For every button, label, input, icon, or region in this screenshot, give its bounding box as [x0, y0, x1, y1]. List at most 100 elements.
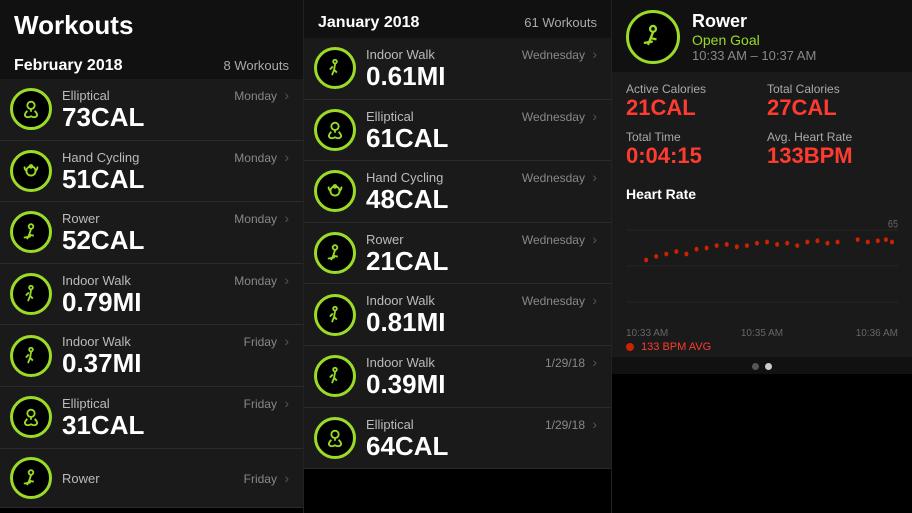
hr-time-label-3: 10:36 AM	[856, 328, 898, 339]
walk-icon	[324, 304, 346, 326]
heart-rate-title: Heart Rate	[626, 186, 898, 202]
active-calories-value: 21CAL	[626, 96, 757, 120]
workout-day: Monday ›	[234, 272, 289, 288]
workout-value: 0.61MI	[366, 62, 597, 91]
list-item[interactable]: Indoor Walk Monday › 0.79MI	[0, 264, 303, 326]
list-item[interactable]: Indoor Walk Wednesday › 0.61MI	[304, 38, 611, 100]
rower-icon	[324, 242, 346, 264]
hr-time-label-1: 10:33 AM	[626, 328, 668, 339]
workout-value: 0.39MI	[366, 370, 597, 399]
elliptical-icon	[324, 119, 346, 141]
heart-rate-chart: 65	[626, 206, 898, 326]
list-item[interactable]: Rower Friday ›	[0, 449, 303, 508]
list-item[interactable]: Elliptical Monday › 73CAL	[0, 79, 303, 141]
workout-icon-walk	[314, 294, 356, 336]
workout-icon-walk	[314, 47, 356, 89]
workout-info: Indoor Walk Friday › 0.37MI	[62, 333, 289, 378]
workout-value: 52CAL	[62, 226, 289, 255]
workout-icon-elliptical	[314, 109, 356, 151]
workout-value: 0.79MI	[62, 288, 289, 317]
workout-value: 61CAL	[366, 124, 597, 153]
workout-icon-rower	[10, 457, 52, 499]
list-item[interactable]: Elliptical Wednesday › 61CAL	[304, 100, 611, 162]
heart-rate-svg: 65	[626, 206, 898, 326]
workout-info: Rower Monday › 52CAL	[62, 210, 289, 255]
workout-icon-rower	[314, 232, 356, 274]
heart-rate-section: Heart Rate	[612, 178, 912, 357]
mid-section-count: 61 Workouts	[524, 15, 597, 30]
list-item[interactable]: Hand Cycling Monday › 51CAL	[0, 141, 303, 203]
walk-icon	[324, 57, 346, 79]
active-calories-block: Active Calories 21CAL	[626, 82, 757, 120]
list-item[interactable]: Indoor Walk 1/29/18 › 0.39MI	[304, 346, 611, 408]
list-item[interactable]: Rower Wednesday › 21CAL	[304, 223, 611, 285]
workout-name: Elliptical	[62, 396, 110, 411]
workout-name: Elliptical	[366, 109, 414, 124]
total-calories-label: Total Calories	[767, 82, 898, 96]
workout-info: Indoor Walk Wednesday › 0.61MI	[366, 46, 597, 91]
workout-info: Hand Cycling Monday › 51CAL	[62, 149, 289, 194]
left-panel-header: Workouts	[0, 0, 303, 49]
mid-section-header: January 2018 61 Workouts	[304, 0, 611, 38]
workout-name: Indoor Walk	[366, 355, 435, 370]
workout-info: Hand Cycling Wednesday › 48CAL	[366, 169, 597, 214]
workout-icon-hand-cycling	[10, 150, 52, 192]
right-panel: Rower Open Goal 10:33 AM – 10:37 AM Acti…	[612, 0, 912, 513]
elliptical-icon	[20, 406, 42, 428]
hr-avg-text: 133 BPM AVG	[626, 341, 898, 353]
workout-day: Wednesday ›	[522, 231, 597, 247]
total-time-block: Total Time 0:04:15	[626, 130, 757, 168]
workout-day: Wednesday ›	[522, 292, 597, 308]
total-calories-block: Total Calories 27CAL	[767, 82, 898, 120]
list-item[interactable]: Elliptical 1/29/18 › 64CAL	[304, 408, 611, 470]
workout-icon-rower	[10, 211, 52, 253]
left-section-header: February 2018 8 Workouts	[0, 49, 303, 79]
workout-name: Hand Cycling	[366, 170, 443, 185]
walk-icon	[20, 283, 42, 305]
workout-name: Rower	[366, 232, 404, 247]
workout-name: Elliptical	[62, 88, 110, 103]
stats-grid: Active Calories 21CAL Total Calories 27C…	[612, 72, 912, 178]
detail-time-range: 10:33 AM – 10:37 AM	[692, 48, 816, 63]
list-item[interactable]: Indoor Walk Friday › 0.37MI	[0, 325, 303, 387]
list-item[interactable]: Indoor Walk Wednesday › 0.81MI	[304, 284, 611, 346]
rower-icon	[20, 221, 42, 243]
walk-icon	[324, 365, 346, 387]
workout-day: Wednesday ›	[522, 169, 597, 185]
svg-text:65: 65	[888, 219, 898, 231]
total-time-value: 0:04:15	[626, 144, 757, 168]
workout-info: Elliptical Friday › 31CAL	[62, 395, 289, 440]
workout-day: Monday ›	[234, 87, 289, 103]
list-item[interactable]: Elliptical Friday › 31CAL	[0, 387, 303, 449]
page-dots	[612, 357, 912, 374]
workout-value: 21CAL	[366, 247, 597, 276]
workout-name: Hand Cycling	[62, 150, 139, 165]
list-item[interactable]: Rower Monday › 52CAL	[0, 202, 303, 264]
avg-hr-value: 133BPM	[767, 144, 898, 168]
workout-name: Indoor Walk	[366, 47, 435, 62]
workout-icon-walk	[10, 335, 52, 377]
workout-day: Friday ›	[244, 470, 289, 486]
avg-hr-block: Avg. Heart Rate 133BPM	[767, 130, 898, 168]
mid-panel: January 2018 61 Workouts Indoor Walk Wed…	[304, 0, 612, 513]
workout-icon-elliptical	[314, 417, 356, 459]
workout-info: Indoor Walk Wednesday › 0.81MI	[366, 292, 597, 337]
hr-avg-value: 133 BPM AVG	[641, 341, 711, 353]
workout-info: Elliptical Wednesday › 61CAL	[366, 108, 597, 153]
detail-workout-icon	[626, 10, 680, 64]
active-calories-label: Active Calories	[626, 82, 757, 96]
workout-value: 48CAL	[366, 185, 597, 214]
workout-info: Elliptical Monday › 73CAL	[62, 87, 289, 132]
avg-hr-label: Avg. Heart Rate	[767, 130, 898, 144]
list-item[interactable]: Hand Cycling Wednesday › 48CAL	[304, 161, 611, 223]
workout-name: Indoor Walk	[62, 273, 131, 288]
detail-header: Rower Open Goal 10:33 AM – 10:37 AM	[612, 0, 912, 72]
workout-name: Elliptical	[366, 417, 414, 432]
workout-info: Indoor Walk 1/29/18 › 0.39MI	[366, 354, 597, 399]
workout-value: 73CAL	[62, 103, 289, 132]
workout-day: Monday ›	[234, 210, 289, 226]
app-title: Workouts	[14, 10, 289, 41]
workout-value: 0.81MI	[366, 308, 597, 337]
hr-time-label-2: 10:35 AM	[741, 328, 783, 339]
workout-info: Rower Wednesday › 21CAL	[366, 231, 597, 276]
